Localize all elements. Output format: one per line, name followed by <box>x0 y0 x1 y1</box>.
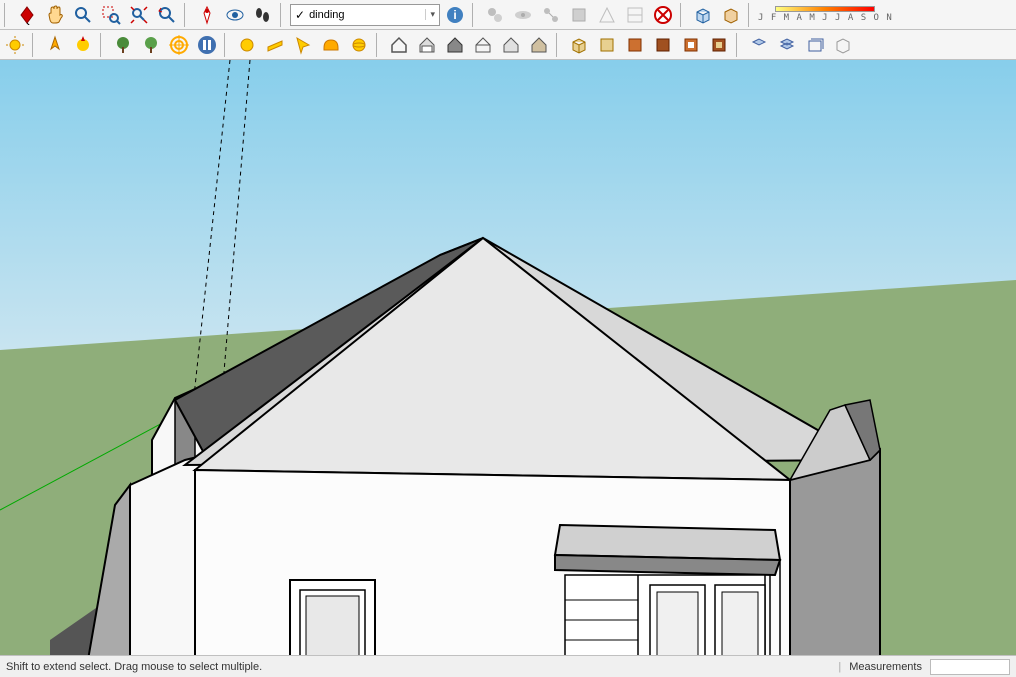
status-bar: Shift to extend select. Drag mouse to se… <box>0 655 1016 677</box>
walk-icon[interactable] <box>250 2 276 28</box>
dropdown-arrow-icon: ▾ <box>425 9 435 20</box>
month-labels: J F M A M J J A S O N <box>758 13 893 23</box>
tree1-icon[interactable] <box>110 32 136 58</box>
layer-visibility-check-icon: ✓ <box>295 8 305 22</box>
tree2-icon[interactable] <box>138 32 164 58</box>
separator <box>736 33 742 57</box>
position-camera-icon[interactable] <box>194 2 220 28</box>
separator <box>748 3 754 27</box>
status-separator: | <box>838 661 841 673</box>
look-around-icon[interactable] <box>222 2 248 28</box>
top-view-icon[interactable] <box>594 32 620 58</box>
separator <box>4 3 10 27</box>
pan-hand-icon[interactable] <box>42 2 68 28</box>
house-solid-icon[interactable] <box>442 32 468 58</box>
house-open-icon[interactable] <box>386 32 412 58</box>
target-icon[interactable] <box>166 32 192 58</box>
toolbar-row-1: ✓ dinding ▾ i J F M A M J J A S O N <box>0 0 1016 30</box>
face-style-icon[interactable] <box>566 2 592 28</box>
separator <box>184 3 190 27</box>
iso-icon[interactable] <box>566 32 592 58</box>
zoom-previous-icon[interactable] <box>154 2 180 28</box>
layer-dropdown[interactable]: ✓ dinding ▾ <box>290 4 440 26</box>
measurements-label: Measurements <box>849 661 922 673</box>
delete-icon[interactable] <box>650 2 676 28</box>
month-gradient: J F M A M J J A S O N <box>758 6 893 23</box>
toolbar-row-2 <box>0 30 1016 60</box>
measurements-input[interactable] <box>930 659 1010 675</box>
zoom-extents-icon[interactable] <box>126 2 152 28</box>
separator <box>472 3 478 27</box>
separator <box>680 3 686 27</box>
separator <box>556 33 562 57</box>
house-wire-icon[interactable] <box>470 32 496 58</box>
fog-icon[interactable] <box>510 2 536 28</box>
proj3-icon[interactable] <box>802 32 828 58</box>
right-view-icon[interactable] <box>650 32 676 58</box>
pause-icon[interactable] <box>194 32 220 58</box>
house-tex-icon[interactable] <box>526 32 552 58</box>
separator <box>376 33 382 57</box>
box2-tool-icon[interactable] <box>718 2 744 28</box>
house-shaded-icon[interactable] <box>498 32 524 58</box>
hardhat-icon[interactable] <box>318 32 344 58</box>
layer-info-icon[interactable]: i <box>442 2 468 28</box>
front-view-icon[interactable] <box>622 32 648 58</box>
edge-style-icon[interactable] <box>538 2 564 28</box>
separator <box>280 3 286 27</box>
left-view-icon[interactable] <box>706 32 732 58</box>
zoom-window-icon[interactable] <box>98 2 124 28</box>
separator <box>100 33 106 57</box>
view-icon[interactable] <box>594 2 620 28</box>
separator <box>224 33 230 57</box>
shadow-settings-icon[interactable] <box>482 2 508 28</box>
north-icon[interactable] <box>42 32 68 58</box>
section-icon[interactable] <box>622 2 648 28</box>
status-hint: Shift to extend select. Drag mouse to se… <box>6 661 262 673</box>
kite-tool-icon[interactable] <box>14 2 40 28</box>
sphere-icon[interactable] <box>234 32 260 58</box>
plane-icon[interactable] <box>262 32 288 58</box>
cursor-icon[interactable] <box>290 32 316 58</box>
zoom-icon[interactable] <box>70 2 96 28</box>
box-tool-icon[interactable] <box>690 2 716 28</box>
house-box-icon[interactable] <box>414 32 440 58</box>
proj4-icon[interactable] <box>830 32 856 58</box>
proj2-icon[interactable] <box>774 32 800 58</box>
svg-text:i: i <box>453 8 456 22</box>
viewport-3d[interactable] <box>0 60 1016 677</box>
sun-tool-icon[interactable] <box>2 32 28 58</box>
separator <box>32 33 38 57</box>
solar-north-icon[interactable] <box>70 32 96 58</box>
sphere2-icon[interactable] <box>346 32 372 58</box>
back-view-icon[interactable] <box>678 32 704 58</box>
proj1-icon[interactable] <box>746 32 772 58</box>
layer-name: dinding <box>309 9 344 21</box>
